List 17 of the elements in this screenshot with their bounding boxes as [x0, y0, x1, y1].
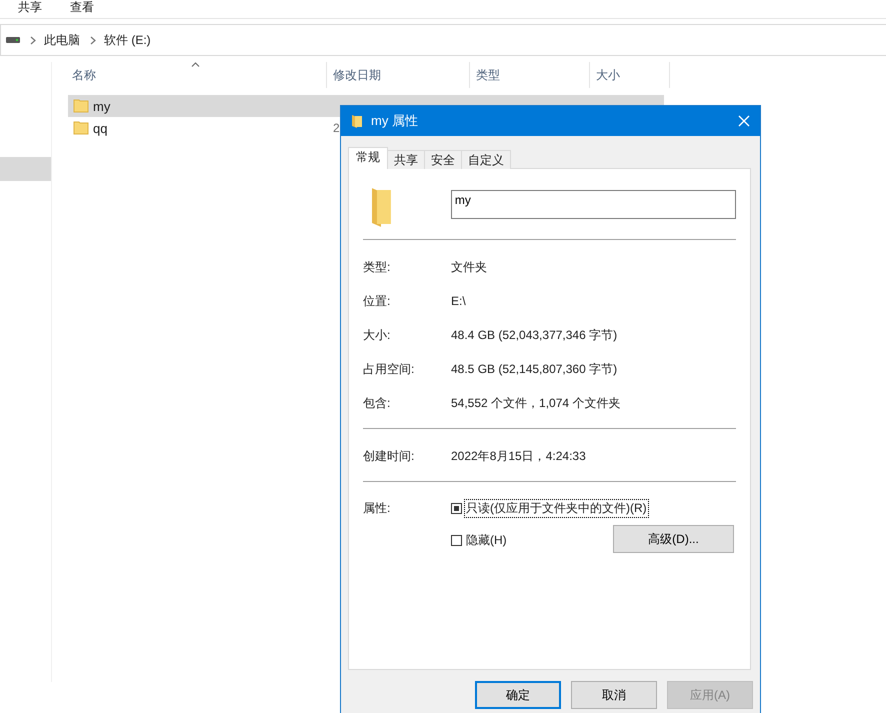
file-date: 2 — [333, 121, 340, 135]
property-label: 占用空间: — [363, 360, 416, 378]
property-value: 2022年8月15日，4:24:33 — [451, 448, 586, 464]
property-value: 文件夹 — [451, 258, 487, 276]
property-label: 大小: — [363, 326, 392, 344]
property-value: 48.4 GB (52,043,377,346 字节) — [451, 326, 618, 344]
property-value: 48.5 GB (52,145,807,360 字节) — [451, 360, 618, 378]
property-label: 类型: — [363, 258, 392, 276]
file-name: my — [93, 98, 110, 114]
property-value: 54,552 个文件，1,074 个文件夹 — [451, 394, 620, 412]
window-title: my 属性 — [371, 112, 419, 130]
property-label: 创建时间: — [363, 448, 416, 464]
file-name: qq — [93, 120, 108, 136]
property-label: 属性: — [363, 500, 392, 517]
property-label: 包含: — [363, 394, 392, 412]
property-label: 位置: — [363, 292, 392, 310]
property-value: E:\ — [451, 294, 466, 308]
